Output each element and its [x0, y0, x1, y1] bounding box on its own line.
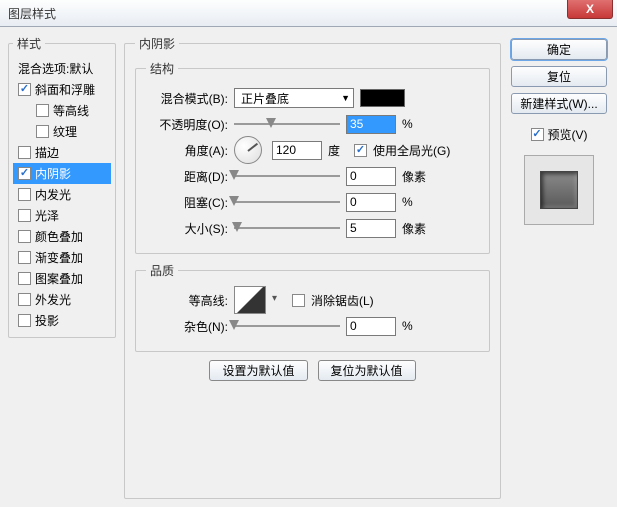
angle-label: 角度(A):: [146, 142, 228, 159]
preview-label: 预览(V): [548, 126, 588, 143]
antialias-label: 消除锯齿(L): [311, 292, 374, 309]
contour-picker[interactable]: [234, 286, 266, 314]
sidebar-item-12[interactable]: 投影: [13, 310, 111, 331]
sidebar-item-8[interactable]: 颜色叠加: [13, 226, 111, 247]
sidebar-checkbox-11[interactable]: [18, 293, 31, 306]
angle-unit: 度: [328, 142, 340, 159]
choke-label: 阻塞(C):: [146, 194, 228, 211]
sidebar-checkbox-9[interactable]: [18, 251, 31, 264]
right-panel: 确定 复位 新建样式(W)... 预览(V): [509, 35, 609, 499]
sidebar-item-3[interactable]: 纹理: [13, 121, 111, 142]
preview-box: [524, 155, 594, 225]
size-slider[interactable]: [234, 221, 340, 235]
quality-fieldset: 品质 等高线: 消除锯齿(L) 杂色(N): 0 %: [135, 262, 490, 352]
structure-fieldset: 结构 混合模式(B): 正片叠底 ▼ 不透明度(O): 35 % 角: [135, 60, 490, 254]
sidebar-item-9[interactable]: 渐变叠加: [13, 247, 111, 268]
preview-swatch: [540, 171, 578, 209]
distance-input[interactable]: 0: [346, 167, 396, 186]
sidebar-item-0[interactable]: 混合选项:默认: [13, 58, 111, 79]
close-icon: X: [586, 2, 594, 16]
new-style-button[interactable]: 新建样式(W)...: [511, 93, 607, 114]
sidebar-checkbox-4[interactable]: [18, 146, 31, 159]
sidebar-checkbox-10[interactable]: [18, 272, 31, 285]
sidebar-item-label: 投影: [35, 312, 59, 329]
sidebar-item-label: 内发光: [35, 186, 71, 203]
sidebar-item-10[interactable]: 图案叠加: [13, 268, 111, 289]
sidebar-item-label: 描边: [35, 144, 59, 161]
distance-unit: 像素: [402, 168, 432, 185]
sidebar-item-label: 图案叠加: [35, 270, 83, 287]
choke-unit: %: [402, 195, 432, 209]
sidebar-item-7[interactable]: 光泽: [13, 205, 111, 226]
reset-default-button[interactable]: 复位为默认值: [318, 360, 416, 381]
choke-slider[interactable]: [234, 195, 340, 209]
chevron-down-icon: ▼: [341, 93, 350, 103]
choke-input[interactable]: 0: [346, 193, 396, 212]
angle-dial[interactable]: [234, 136, 262, 164]
close-button[interactable]: X: [567, 0, 613, 19]
sidebar-checkbox-8[interactable]: [18, 230, 31, 243]
contour-label: 等高线:: [146, 292, 228, 309]
global-light-checkbox[interactable]: [354, 144, 367, 157]
ok-button[interactable]: 确定: [511, 39, 607, 60]
color-swatch[interactable]: [360, 89, 405, 107]
window-title: 图层样式: [8, 5, 56, 22]
sidebar-checkbox-5[interactable]: [18, 167, 31, 180]
cancel-button[interactable]: 复位: [511, 66, 607, 87]
sidebar-item-1[interactable]: 斜面和浮雕: [13, 79, 111, 100]
angle-input[interactable]: 120: [272, 141, 322, 160]
main-fieldset: 内阴影 结构 混合模式(B): 正片叠底 ▼ 不透明度(O): 35 %: [124, 35, 501, 499]
sidebar-item-label: 渐变叠加: [35, 249, 83, 266]
styles-fieldset: 样式 混合选项:默认斜面和浮雕等高线纹理描边内阴影内发光光泽颜色叠加渐变叠加图案…: [8, 35, 116, 338]
titlebar: 图层样式 X: [0, 0, 617, 27]
size-unit: 像素: [402, 220, 432, 237]
main-legend: 内阴影: [135, 35, 179, 52]
sidebar-item-label: 颜色叠加: [35, 228, 83, 245]
noise-unit: %: [402, 319, 432, 333]
sidebar-item-6[interactable]: 内发光: [13, 184, 111, 205]
quality-legend: 品质: [146, 262, 178, 279]
sidebar-item-4[interactable]: 描边: [13, 142, 111, 163]
sidebar-checkbox-1[interactable]: [18, 83, 31, 96]
sidebar-checkbox-6[interactable]: [18, 188, 31, 201]
antialias-checkbox[interactable]: [292, 294, 305, 307]
sidebar-item-label: 内阴影: [35, 165, 71, 182]
opacity-slider[interactable]: [234, 117, 340, 131]
sidebar-item-label: 等高线: [53, 102, 89, 119]
sidebar-item-2[interactable]: 等高线: [13, 100, 111, 121]
structure-legend: 结构: [146, 60, 178, 77]
opacity-label: 不透明度(O):: [146, 116, 228, 133]
sidebar-checkbox-7[interactable]: [18, 209, 31, 222]
noise-input[interactable]: 0: [346, 317, 396, 336]
set-default-button[interactable]: 设置为默认值: [209, 360, 307, 381]
blend-mode-label: 混合模式(B):: [146, 90, 228, 107]
noise-label: 杂色(N):: [146, 318, 228, 335]
preview-checkbox[interactable]: [531, 128, 544, 141]
styles-sidebar: 样式 混合选项:默认斜面和浮雕等高线纹理描边内阴影内发光光泽颜色叠加渐变叠加图案…: [8, 35, 116, 499]
sidebar-checkbox-3[interactable]: [36, 125, 49, 138]
sidebar-item-label: 光泽: [35, 207, 59, 224]
sidebar-item-label: 外发光: [35, 291, 71, 308]
styles-legend: 样式: [13, 35, 45, 52]
sidebar-item-label: 斜面和浮雕: [35, 81, 95, 98]
size-label: 大小(S):: [146, 220, 228, 237]
sidebar-checkbox-2[interactable]: [36, 104, 49, 117]
opacity-input[interactable]: 35: [346, 115, 396, 134]
sidebar-checkbox-12[interactable]: [18, 314, 31, 327]
sidebar-item-11[interactable]: 外发光: [13, 289, 111, 310]
opacity-unit: %: [402, 117, 432, 131]
size-input[interactable]: 5: [346, 219, 396, 238]
sidebar-item-5[interactable]: 内阴影: [13, 163, 111, 184]
blend-mode-value: 正片叠底: [241, 90, 289, 107]
noise-slider[interactable]: [234, 319, 340, 333]
sidebar-item-label: 纹理: [53, 123, 77, 140]
sidebar-item-label: 混合选项:默认: [18, 60, 93, 77]
distance-label: 距离(D):: [146, 168, 228, 185]
distance-slider[interactable]: [234, 169, 340, 183]
global-light-label: 使用全局光(G): [373, 142, 450, 159]
blend-mode-dropdown[interactable]: 正片叠底 ▼: [234, 88, 354, 108]
